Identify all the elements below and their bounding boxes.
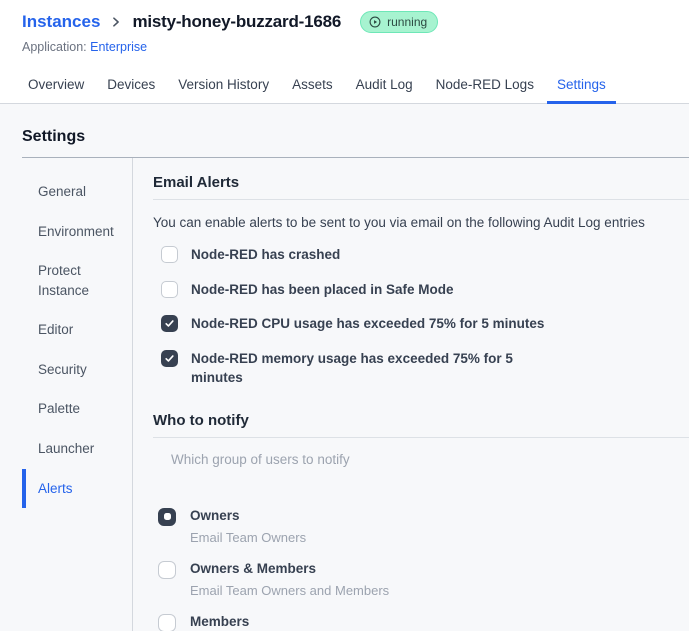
checkbox-label: Node-RED memory usage has exceeded 75% f… [191, 350, 513, 386]
alert-checkbox-row[interactable]: Node-RED has been placed in Safe Mode [161, 280, 689, 300]
checkbox[interactable] [161, 280, 178, 298]
notify-option-text: Owners Email Team Owners [190, 507, 306, 545]
alert-checkbox-row[interactable]: Node-RED memory usage has exceeded 75% f… [161, 349, 689, 388]
radio-dot-icon [163, 513, 171, 521]
check-icon [165, 320, 174, 327]
status-badge: running [360, 11, 439, 33]
sidebar-item[interactable]: General [22, 172, 132, 212]
breadcrumb-instances-link[interactable]: Instances [22, 12, 100, 32]
tab[interactable]: Settings [546, 69, 616, 104]
sidebar-item[interactable]: Security [22, 350, 132, 390]
check-icon [165, 354, 174, 362]
sidebar-item[interactable]: Environment [22, 212, 132, 252]
who-to-notify-title: Who to notify [153, 411, 249, 429]
settings-page: Settings General Environment Protect Insta… [0, 104, 689, 631]
tab[interactable]: Assets [282, 69, 343, 104]
settings-sidebar: General Environment Protect Instance Editor… [22, 158, 133, 631]
email-alerts-description: You can enable alerts to be sent to you … [153, 215, 645, 230]
tab[interactable]: Version History [168, 69, 279, 104]
play-circle-icon [368, 15, 382, 29]
instance-header: Instances misty-honey-buzzard-1686 runni… [0, 0, 689, 54]
sidebar-item[interactable]: Alerts [22, 468, 132, 509]
alert-checkbox-row[interactable]: Node-RED CPU usage has exceeded 75% for … [161, 314, 689, 334]
email-alerts-divider [153, 199, 689, 200]
who-to-notify-divider [153, 436, 689, 438]
tab[interactable]: Overview [18, 69, 94, 104]
checkbox[interactable] [161, 315, 178, 333]
sidebar-item[interactable]: Protect Instance [22, 251, 132, 310]
sidebar-item[interactable]: Editor [22, 310, 132, 350]
application-link[interactable]: Enterprise [90, 40, 147, 54]
notify-option-label: Members [190, 613, 250, 629]
email-alerts-section: Email Alerts You can enable alerts to be… [153, 174, 689, 388]
alert-checkbox-row[interactable]: Node-RED has crashed [161, 245, 689, 265]
instance-name: misty-honey-buzzard-1686 [132, 12, 342, 31]
email-alerts-title: Email Alerts [153, 174, 240, 191]
checkbox-label: Node-RED CPU usage has exceeded 75% for … [191, 316, 545, 332]
instance-tabs: Overview Devices Version History Assets Audi… [0, 69, 689, 104]
page-title: Settings [22, 128, 86, 145]
notify-option-text: Owners & Members Email Team Owners and M… [190, 560, 389, 598]
application-row: Application: Enterprise [22, 40, 667, 54]
tab[interactable]: Devices [97, 69, 165, 104]
breadcrumb: Instances misty-honey-buzzard-1686 runni… [22, 11, 667, 33]
notify-option-sublabel: Email Team Owners and Members [190, 582, 390, 598]
application-label: Application: [22, 40, 87, 54]
notify-option-label: Owners [190, 507, 240, 523]
notify-option-row[interactable]: Owners & Members Email Team Owners and M… [158, 560, 689, 598]
tab[interactable]: Node-RED Logs [426, 69, 544, 104]
checkbox-label: Node-RED has been placed in Safe Mode [191, 281, 454, 297]
chevron-right-icon [109, 15, 123, 29]
notify-option-label: Owners & Members [190, 560, 317, 576]
sidebar-item[interactable]: Launcher [22, 429, 132, 469]
notify-option-sublabel: Email Team Owners [190, 529, 307, 545]
radio-button[interactable] [158, 560, 176, 579]
status-label: running [387, 15, 428, 29]
settings-main: Email Alerts You can enable alerts to be… [133, 158, 689, 631]
who-to-notify-hint: Which group of users to notify [171, 451, 350, 467]
alert-checkbox-list: Node-RED has crashed Node-RED has been p… [161, 245, 689, 388]
who-to-notify-section: Who to notify Which group of users to no… [153, 412, 689, 631]
notify-option-row[interactable]: Members Email Team Members [158, 613, 689, 631]
radio-button[interactable] [158, 613, 176, 631]
notify-option-text: Members Email Team Members [190, 613, 315, 631]
radio-button[interactable] [158, 507, 176, 526]
notify-option-row[interactable]: Owners Email Team Owners [158, 507, 689, 545]
checkbox[interactable] [161, 246, 178, 263]
checkbox-label: Node-RED has crashed [191, 247, 341, 262]
tab[interactable]: Audit Log [346, 69, 423, 104]
sidebar-item[interactable]: Palette [22, 389, 132, 429]
notify-option-list: Owners Email Team Owners Owners & Member… [158, 507, 689, 631]
checkbox[interactable] [161, 349, 178, 367]
